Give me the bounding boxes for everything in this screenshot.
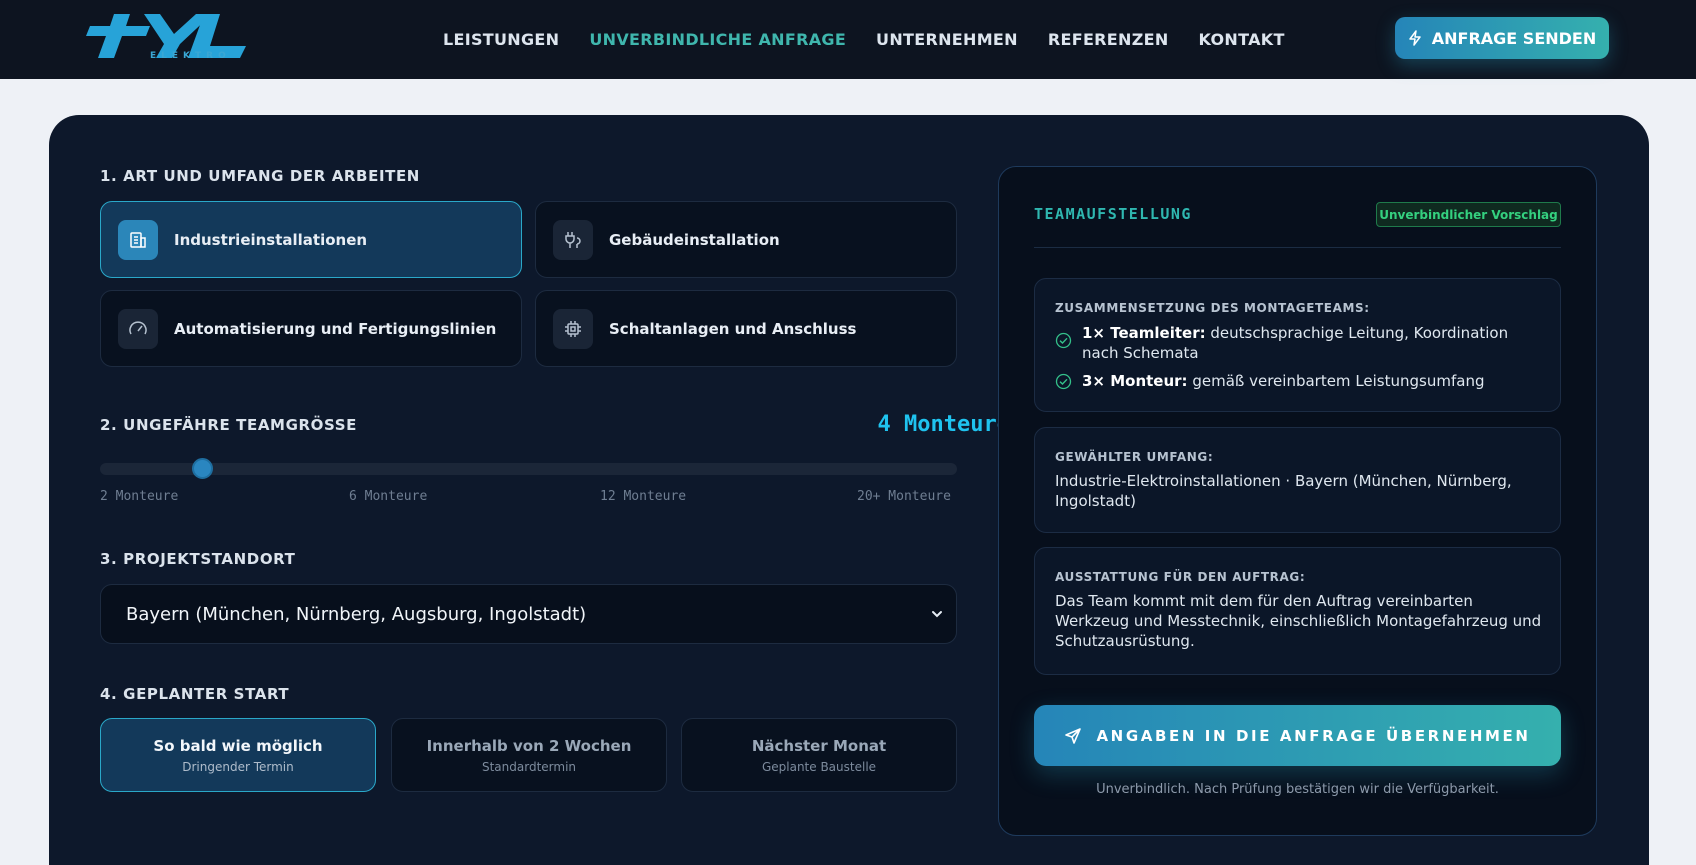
- option-industrieinstallationen[interactable]: Industrieinstallationen: [100, 201, 522, 278]
- plug-icon: [553, 219, 593, 260]
- location-selected-value: Bayern (München, Nürnberg, Augsburg, Ing…: [126, 603, 587, 625]
- section-start-title: 4. GEPLANTER START: [100, 685, 290, 703]
- scope-box: GEWÄHLTER UMFANG: Industrie-Elektroinsta…: [1034, 427, 1561, 533]
- nav-unverbindliche-anfrage[interactable]: UNVERBINDLICHE ANFRAGE: [589, 30, 846, 49]
- team-role: 1× Teamleiter:: [1082, 324, 1206, 342]
- section-location-title: 3. PROJEKTSTANDORT: [100, 550, 296, 568]
- start-option-subtitle: Standardtermin: [481, 759, 577, 774]
- apply-button-label: ANGABEN IN DIE ANFRAGE ÜBERNEHMEN: [1096, 726, 1531, 745]
- team-row: 1× Teamleiter: deutschsprachige Leitung,…: [1055, 323, 1545, 363]
- divider: [1034, 247, 1561, 248]
- section-team-size-title: 2. UNGEFÄHRE TEAMGRÖSSE: [100, 416, 357, 434]
- start-option-2-weeks[interactable]: Innerhalb von 2 Wochen Standardtermin: [391, 718, 667, 792]
- team-size-slider-track[interactable]: [100, 463, 957, 475]
- option-gebaeudeinstallation[interactable]: Gebäudeinstallation: [535, 201, 957, 278]
- slider-tick-label: 12 Monteure: [600, 489, 687, 504]
- start-option-next-month[interactable]: Nächster Monat Geplante Baustelle: [681, 718, 957, 792]
- gauge-icon: [118, 308, 158, 349]
- top-navbar: ELEKTRO LEISTUNGEN UNVERBINDLICHE ANFRAG…: [0, 0, 1696, 79]
- team-size-value: 4 Monteure: [877, 412, 1010, 437]
- availability-note: Unverbindlich. Nach Prüfung bestätigen w…: [1096, 782, 1499, 797]
- scope-heading: GEWÄHLTER UMFANG:: [1055, 450, 1214, 464]
- lightning-icon: [1409, 30, 1421, 46]
- nav-kontakt[interactable]: KONTAKT: [1199, 30, 1285, 49]
- equipment-box: AUSSTATTUNG FÜR DEN AUFTRAG: Das Team ko…: [1034, 547, 1561, 675]
- logo-wordmark: ELEKTRO: [150, 51, 231, 61]
- slider-tick-label: 2 Monteure: [100, 489, 179, 504]
- nav-unternehmen[interactable]: UNTERNEHMEN: [876, 30, 1018, 49]
- start-option-subtitle: Geplante Baustelle: [761, 759, 877, 774]
- send-request-label: ANFRAGE SENDEN: [1431, 28, 1597, 48]
- main-menu: LEISTUNGEN UNVERBINDLICHE ANFRAGE UNTERN…: [443, 0, 1285, 79]
- option-label: Industrieinstallationen: [174, 230, 368, 249]
- slider-tick-label: 20+ Monteure: [857, 489, 951, 504]
- start-option-subtitle: Dringender Termin: [182, 759, 294, 774]
- location-select[interactable]: Bayern (München, Nürnberg, Augsburg, Ing…: [100, 584, 957, 644]
- slider-tick-label: 6 Monteure: [349, 489, 428, 504]
- option-schaltanlagen[interactable]: Schaltanlagen und Anschluss: [535, 290, 957, 367]
- option-label: Automatisierung und Fertigungslinien: [174, 319, 497, 338]
- send-request-button[interactable]: ANFRAGE SENDEN: [1395, 17, 1609, 59]
- scope-text: Industrie-Elektroinstallationen · Bayern…: [1055, 472, 1512, 510]
- team-size-slider-thumb[interactable]: [192, 458, 213, 479]
- start-option-title: Innerhalb von 2 Wochen: [426, 736, 632, 755]
- section-work-type-title: 1. ART UND UMFANG DER ARBEITEN: [100, 167, 420, 185]
- team-role-text: gemäß vereinbartem Leistungsumfang: [1187, 372, 1485, 390]
- option-label: Gebäudeinstallation: [609, 230, 780, 249]
- nav-leistungen[interactable]: LEISTUNGEN: [443, 30, 559, 49]
- equipment-heading: AUSSTATTUNG FÜR DEN AUFTRAG:: [1055, 570, 1306, 584]
- option-automatisierung[interactable]: Automatisierung und Fertigungslinien: [100, 290, 522, 367]
- proposal-badge: Unverbindlicher Vorschlag: [1376, 202, 1561, 227]
- team-composition-box: ZUSAMMENSETZUNG DES MONTAGETEAMS: 1× Tea…: [1034, 278, 1561, 412]
- check-circle-icon: [1055, 373, 1072, 390]
- send-icon: [1065, 727, 1082, 744]
- nav-referenzen[interactable]: REFERENZEN: [1048, 30, 1169, 49]
- team-summary-title: TEAMAUFSTELLUNG: [1034, 205, 1192, 223]
- start-option-title: So bald wie möglich: [153, 736, 323, 755]
- apply-to-request-button[interactable]: ANGABEN IN DIE ANFRAGE ÜBERNEHMEN: [1034, 705, 1561, 766]
- chevron-down-icon: [932, 611, 942, 618]
- chip-icon: [553, 308, 593, 349]
- check-circle-icon: [1055, 332, 1072, 349]
- equipment-text: Das Team kommt mit dem für den Auftrag v…: [1055, 592, 1542, 650]
- team-role: 3× Monteur:: [1082, 372, 1188, 390]
- option-label: Schaltanlagen und Anschluss: [609, 319, 857, 338]
- team-row: 3× Monteur: gemäß vereinbartem Leistungs…: [1055, 371, 1545, 391]
- start-option-title: Nächster Monat: [751, 736, 887, 755]
- composition-heading: ZUSAMMENSETZUNG DES MONTAGETEAMS:: [1055, 301, 1370, 315]
- start-option-asap[interactable]: So bald wie möglich Dringender Termin: [100, 718, 376, 792]
- building-icon: [118, 219, 158, 260]
